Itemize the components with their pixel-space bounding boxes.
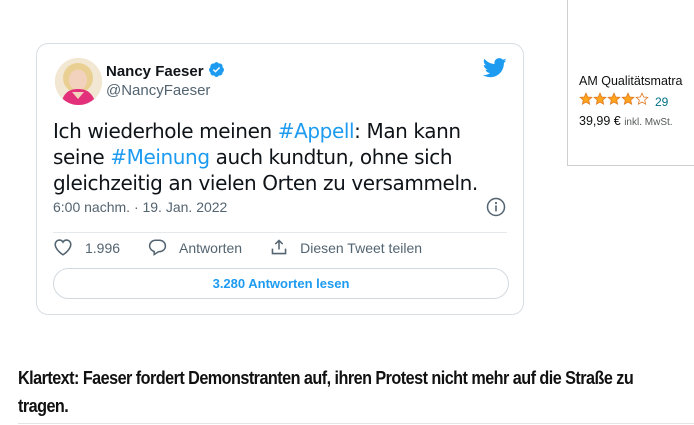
reply-button[interactable]: Antworten — [148, 238, 242, 259]
author-name-text[interactable]: Nancy Faeser — [106, 63, 204, 80]
twitter-bird-icon[interactable] — [482, 58, 507, 83]
price-note: inkl. MwSt. — [624, 117, 673, 128]
star-filled-icon — [607, 92, 621, 106]
tweet-actions: 1.996 Antworten Diesen Tweet teilen — [53, 238, 422, 258]
star-rating[interactable]: 29 — [579, 92, 668, 111]
article-caption: Klartext: Faeser fordert Demonstranten a… — [18, 368, 634, 416]
rating-stars — [579, 92, 649, 111]
price-value: 39,99 € — [579, 114, 621, 128]
author-avatar[interactable] — [55, 58, 102, 105]
share-icon — [270, 238, 288, 259]
tweet-timestamp[interactable]: 6:00 nachm. · 19. Jan. 2022 — [53, 199, 227, 215]
read-replies-button[interactable]: 3.280 Antworten lesen — [53, 268, 509, 299]
star-filled-icon — [621, 92, 635, 106]
product-ad-panel[interactable]: AM Qualitätsmatra 29 39,99 € inkl. MwSt. — [567, 0, 694, 166]
author-name[interactable]: Nancy Faeser — [106, 61, 225, 82]
tweet-text: Ich wiederhole meinen #Appell: Man kann … — [53, 118, 513, 196]
rating-count[interactable]: 29 — [655, 95, 668, 109]
product-title[interactable]: AM Qualitätsmatra — [579, 74, 683, 88]
star-filled-icon — [593, 92, 607, 106]
star-filled-icon — [579, 92, 593, 106]
info-icon[interactable] — [486, 197, 506, 222]
share-button[interactable]: Diesen Tweet teilen — [270, 238, 422, 259]
hashtag-link[interactable]: #Appell — [278, 119, 355, 143]
reply-bubble-icon — [148, 238, 167, 259]
heart-icon — [53, 238, 73, 259]
star-empty-icon — [635, 92, 649, 106]
author-handle[interactable]: @NancyFaeser — [106, 82, 210, 99]
reply-label: Antworten — [179, 240, 243, 256]
caption-divider — [18, 423, 694, 424]
tweet-text-part: Ich wiederhole meinen — [53, 119, 278, 143]
tweet-card: Nancy Faeser @NancyFaeser Ich wiederhole… — [36, 43, 524, 315]
hashtag-link[interactable]: #Meinung — [110, 145, 210, 169]
like-count: 1.996 — [85, 240, 121, 256]
divider — [53, 232, 507, 233]
product-price: 39,99 € inkl. MwSt. — [579, 114, 673, 128]
verified-badge-icon — [208, 61, 225, 82]
like-button[interactable]: 1.996 — [53, 238, 120, 259]
share-label: Diesen Tweet teilen — [300, 240, 423, 256]
